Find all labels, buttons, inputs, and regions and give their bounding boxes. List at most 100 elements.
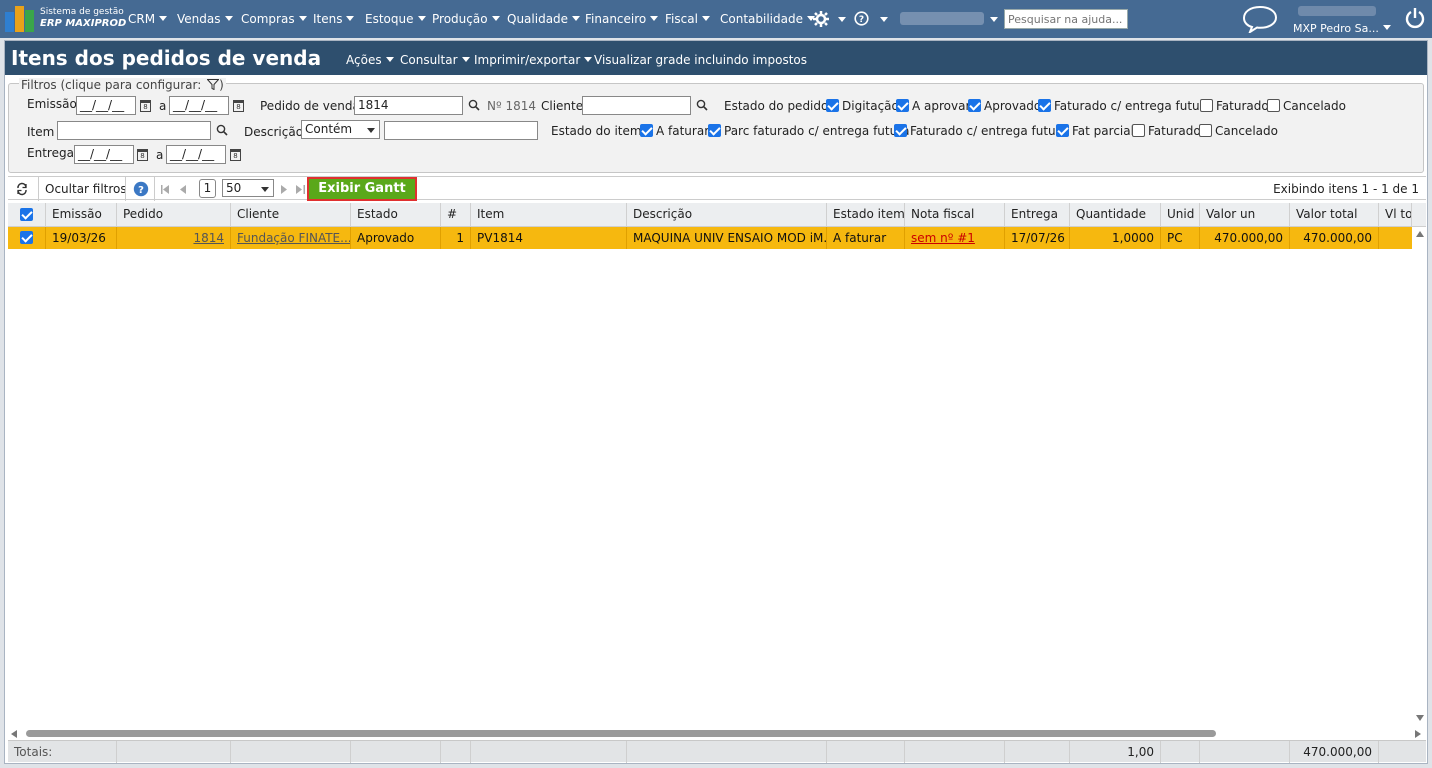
calendar-icon[interactable]: 8: [137, 149, 148, 161]
totals-label: Totais:: [8, 741, 117, 763]
descricao-input[interactable]: [384, 121, 538, 140]
erp-logo-icon[interactable]: [5, 6, 35, 32]
menu-itens[interactable]: Itens: [313, 12, 355, 26]
estado-pedido-faturado-checkbox[interactable]: [1200, 99, 1213, 112]
company-selector[interactable]: [900, 12, 984, 25]
menu-estoque[interactable]: Estoque: [365, 12, 426, 26]
cell-valor-un: 470.000,00: [1200, 227, 1290, 249]
menu-compras[interactable]: Compras: [241, 12, 307, 26]
estado-pedido-cancelado-checkbox[interactable]: [1267, 99, 1280, 112]
filters-legend[interactable]: Filtros (clique para configurar: ): [19, 78, 226, 92]
page-size-select[interactable]: 50: [222, 179, 274, 197]
estado-pedido-a-aprovar-checkbox[interactable]: [896, 99, 909, 112]
calendar-icon[interactable]: 8: [233, 100, 244, 112]
scroll-left-icon[interactable]: [11, 730, 17, 738]
menu-financeiro[interactable]: Financeiro: [585, 12, 659, 26]
estado-item-a-faturar-checkbox[interactable]: [640, 124, 653, 137]
menu-fiscal[interactable]: Fiscal: [665, 12, 710, 26]
prev-page-icon[interactable]: [180, 185, 186, 194]
user-menu[interactable]: MXP Pedro Sa...: [1293, 22, 1391, 35]
col-valor-total[interactable]: Valor total: [1290, 203, 1379, 227]
estado-pedido-digitacao-label: Digitação: [842, 99, 899, 113]
table-row[interactable]: 19/03/26 1814 Fundação FINATE... Aprovad…: [8, 227, 1412, 249]
col-quantidade[interactable]: Quantidade: [1070, 203, 1161, 227]
vertical-scrollbar[interactable]: [1414, 227, 1426, 725]
menu-vendas[interactable]: Vendas: [177, 12, 233, 26]
scroll-right-icon[interactable]: [1415, 730, 1421, 738]
first-page-icon[interactable]: [161, 185, 170, 194]
gear-icon[interactable]: [813, 11, 829, 27]
company-caret-icon[interactable]: [990, 17, 998, 22]
menu-crm[interactable]: CRM: [128, 12, 168, 26]
nota-fiscal-link[interactable]: sem nº #1: [911, 231, 975, 245]
showing-items-text: Exibindo itens 1 - 1 de 1: [1273, 182, 1419, 196]
cliente-input[interactable]: [582, 96, 691, 115]
descricao-mode-select[interactable]: Contém: [301, 120, 380, 139]
estado-pedido-aprovado-checkbox[interactable]: [968, 99, 981, 112]
estado-item-fat-futura-checkbox[interactable]: [894, 124, 907, 137]
emissao-from-input[interactable]: __/__/__: [76, 96, 136, 115]
next-page-icon[interactable]: [281, 185, 287, 194]
col-vl-total-imp[interactable]: Vl to: [1379, 203, 1412, 227]
show-gantt-button[interactable]: Exibir Gantt: [307, 177, 417, 201]
help-caret-icon[interactable]: [880, 17, 888, 22]
horizontal-scroll-thumb[interactable]: [26, 730, 1216, 737]
entrega-from-input[interactable]: __/__/__: [74, 145, 134, 164]
col-emissao[interactable]: Emissão: [46, 203, 117, 227]
filter-icon[interactable]: [206, 79, 220, 91]
help-circle-icon[interactable]: ?: [133, 181, 149, 197]
col-valor-un[interactable]: Valor un: [1200, 203, 1290, 227]
col-number[interactable]: #: [441, 203, 471, 227]
grid-taxes-link[interactable]: Visualizar grade incluindo impostos: [594, 53, 807, 67]
search-icon[interactable]: [696, 99, 708, 111]
pedido-input[interactable]: 1814: [354, 96, 463, 115]
col-estado[interactable]: Estado: [351, 203, 441, 227]
estado-item-cancelado-checkbox[interactable]: [1199, 124, 1212, 137]
horizontal-scrollbar[interactable]: [8, 727, 1426, 739]
help-search-input[interactable]: [1004, 9, 1128, 29]
gear-caret-icon[interactable]: [838, 17, 846, 22]
col-pedido[interactable]: Pedido: [117, 203, 231, 227]
chat-icon[interactable]: [1242, 5, 1278, 33]
print-export-menu[interactable]: Imprimir/exportar: [474, 53, 593, 67]
emissao-to-input[interactable]: __/__/__: [169, 96, 229, 115]
emissao-label: Emissão: [27, 97, 77, 111]
row-select-cell[interactable]: [8, 227, 46, 249]
col-entrega[interactable]: Entrega: [1005, 203, 1070, 227]
menu-contabilidade[interactable]: Contabilidade: [720, 12, 815, 26]
refresh-icon[interactable]: [15, 182, 29, 196]
calendar-icon[interactable]: 8: [140, 100, 151, 112]
col-descricao[interactable]: Descrição: [627, 203, 827, 227]
scroll-up-icon[interactable]: [1416, 231, 1424, 237]
row-checkbox[interactable]: [20, 231, 33, 244]
col-cliente[interactable]: Cliente: [231, 203, 351, 227]
cliente-link[interactable]: Fundação FINATE...: [237, 231, 350, 245]
scroll-down-icon[interactable]: [1416, 715, 1424, 721]
search-icon[interactable]: [216, 124, 228, 136]
help-icon[interactable]: ?: [854, 11, 869, 26]
consult-menu[interactable]: Consultar: [400, 53, 470, 67]
col-unid[interactable]: Unid: [1161, 203, 1200, 227]
select-all-checkbox[interactable]: [20, 208, 33, 221]
pedido-link[interactable]: 1814: [193, 231, 224, 245]
col-item[interactable]: Item: [471, 203, 627, 227]
estado-pedido-fat-futura-checkbox[interactable]: [1038, 99, 1051, 112]
calendar-icon[interactable]: 8: [230, 149, 241, 161]
search-icon[interactable]: [468, 99, 480, 111]
hide-filters-button[interactable]: Ocultar filtros: [45, 182, 127, 196]
estado-item-parc-faturado-checkbox[interactable]: [708, 124, 721, 137]
col-estado-item[interactable]: Estado item: [827, 203, 905, 227]
last-page-icon[interactable]: [296, 185, 305, 194]
menu-qualidade[interactable]: Qualidade: [507, 12, 581, 26]
actions-menu[interactable]: Ações: [346, 53, 394, 67]
power-icon[interactable]: [1405, 7, 1425, 29]
col-nota-fiscal[interactable]: Nota fiscal: [905, 203, 1005, 227]
page-number-input[interactable]: 1: [199, 179, 216, 198]
estado-item-fat-parcial-checkbox[interactable]: [1056, 124, 1069, 137]
entrega-to-input[interactable]: __/__/__: [166, 145, 226, 164]
item-input[interactable]: [57, 121, 211, 140]
menu-producao[interactable]: Produção: [432, 12, 500, 26]
select-all-column[interactable]: [8, 203, 46, 227]
estado-item-faturado-checkbox[interactable]: [1132, 124, 1145, 137]
estado-pedido-digitacao-checkbox[interactable]: [826, 99, 839, 112]
